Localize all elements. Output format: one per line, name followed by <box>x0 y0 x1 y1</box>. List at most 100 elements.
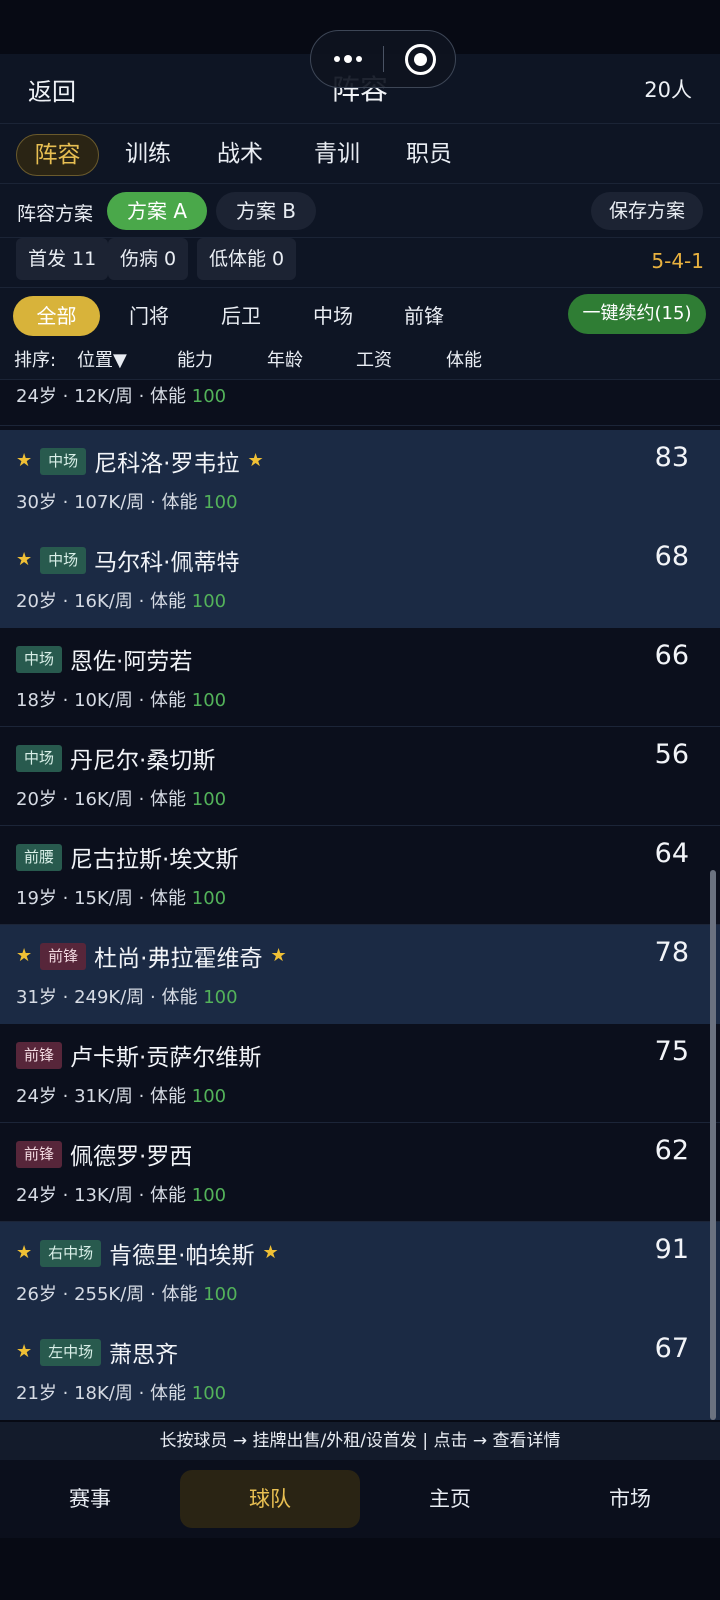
player-name: 尼科洛·罗韦拉 <box>94 451 240 477</box>
player-rating: 75 <box>654 1036 689 1067</box>
renew-all-button[interactable]: 一键续约(15) <box>568 294 706 334</box>
tab-lineup[interactable]: 阵容 <box>16 134 99 176</box>
sort-age[interactable]: 年龄 <box>267 346 303 372</box>
player-info: 24岁 · 12K/周 · 体能 100 <box>16 382 226 408</box>
player-name-line: 中场 丹尼尔·桑切斯 <box>16 743 215 774</box>
player-row[interactable]: 前锋 卢卡斯·贡萨尔维斯 75 24岁 · 31K/周 · 体能 100 <box>0 1024 720 1123</box>
player-row[interactable]: ★ 中场 马尔科·佩蒂特 68 20岁 · 16K/周 · 体能 100 <box>0 529 720 628</box>
player-list[interactable]: 24岁 · 12K/周 · 体能 100 ★ 中场 尼科洛·罗韦拉 ★ 83 30岁 · 1… <box>0 380 720 1420</box>
player-rating: 83 <box>654 442 689 473</box>
position-badge: 前腰 <box>16 843 63 871</box>
info-separator: · <box>132 789 151 810</box>
player-row[interactable]: 前腰 尼古拉斯·埃文斯 64 19岁 · 15K/周 · 体能 100 <box>0 826 720 925</box>
list-scrollbar[interactable] <box>710 870 716 1420</box>
player-name: 肯德里·帕埃斯 <box>109 1243 255 1269</box>
player-stamina: 100 <box>191 690 227 711</box>
nav-matches[interactable]: 赛事 <box>0 1470 180 1528</box>
info-separator: · <box>132 591 151 612</box>
player-info: 20岁 · 16K/周 · 体能 100 <box>16 785 226 811</box>
player-row[interactable]: ★ 中场 尼科洛·罗韦拉 ★ 83 30岁 · 107K/周 · 体能 100 <box>0 430 720 529</box>
filter-defender[interactable]: 后卫 <box>202 296 280 336</box>
sort-wage[interactable]: 工资 <box>356 346 392 372</box>
player-age: 20岁 <box>16 591 57 612</box>
star-icon: ★ <box>262 1242 279 1263</box>
info-separator: · <box>132 1185 151 1206</box>
nav-market[interactable]: 市场 <box>540 1470 720 1528</box>
player-rating: 68 <box>654 541 689 572</box>
stamina-label: 体能 <box>150 386 187 407</box>
player-wage: 13K/周 <box>74 1185 133 1206</box>
player-name: 佩德罗·罗西 <box>70 1144 193 1170</box>
player-wage: 10K/周 <box>74 690 133 711</box>
position-filter-row: 全部 门将 后卫 中场 前锋 一键续约(15) <box>0 288 720 344</box>
player-stamina: 100 <box>203 492 238 513</box>
target-close-icon[interactable] <box>384 31 457 87</box>
hint-bar: 长按球员 → 挂牌出售/外租/设首发 | 点击 → 查看详情 <box>0 1422 720 1460</box>
filter-midfielder[interactable]: 中场 <box>294 296 372 336</box>
player-wage: 249K/周 <box>74 987 145 1008</box>
sort-stamina[interactable]: 体能 <box>446 346 482 372</box>
star-icon: ★ <box>16 549 33 570</box>
player-rating: 91 <box>654 1234 689 1265</box>
player-wage: 255K/周 <box>74 1284 145 1305</box>
info-separator: · <box>56 591 75 612</box>
scheme-a-button[interactable]: 方案 A <box>107 192 207 230</box>
player-info: 31岁 · 249K/周 · 体能 100 <box>16 983 238 1009</box>
info-separator: · <box>56 1383 75 1404</box>
info-separator: · <box>132 386 151 407</box>
tab-tactics[interactable]: 战术 <box>201 134 279 176</box>
player-stamina: 100 <box>191 591 227 612</box>
tab-staff[interactable]: 职员 <box>390 134 468 176</box>
nav-team[interactable]: 球队 <box>180 1470 360 1528</box>
position-badge: 右中场 <box>40 1239 102 1267</box>
nav-home[interactable]: 主页 <box>360 1470 540 1528</box>
info-separator: · <box>56 1086 75 1107</box>
info-separator: · <box>56 386 75 407</box>
player-wage: 15K/周 <box>74 888 133 909</box>
filter-forward[interactable]: 前锋 <box>385 296 463 336</box>
info-separator: · <box>56 987 75 1008</box>
stamina-label: 体能 <box>150 888 187 909</box>
info-separator: · <box>132 690 151 711</box>
tab-bar: 阵容 训练 战术 青训 职员 <box>0 124 720 184</box>
stamina-label: 体能 <box>161 492 198 513</box>
save-scheme-button[interactable]: 保存方案 <box>591 192 703 230</box>
stamina-label: 体能 <box>150 1185 187 1206</box>
player-row[interactable]: ★ 左中场 萧思齐 67 21岁 · 18K/周 · 体能 100 <box>0 1321 720 1420</box>
player-row[interactable]: 中场 恩佐·阿劳若 66 18岁 · 10K/周 · 体能 100 <box>0 628 720 727</box>
info-separator: · <box>56 1284 75 1305</box>
sort-row: 排序: 位置▼ 能力 年龄 工资 体能 <box>0 344 720 380</box>
scheme-b-button[interactable]: 方案 B <box>216 192 316 230</box>
position-badge: 中场 <box>40 447 87 475</box>
player-row[interactable]: 前锋 佩德罗·罗西 62 24岁 · 13K/周 · 体能 100 <box>0 1123 720 1222</box>
stamina-label: 体能 <box>150 789 187 810</box>
filter-all[interactable]: 全部 <box>13 296 100 336</box>
player-age: 31岁 <box>16 987 57 1008</box>
filter-goalkeeper[interactable]: 门将 <box>110 296 188 336</box>
player-row[interactable]: 中场 丹尼尔·桑切斯 56 20岁 · 16K/周 · 体能 100 <box>0 727 720 826</box>
formation-label[interactable]: 5-4-1 <box>651 249 704 273</box>
player-name: 杜尚·弗拉霍维奇 <box>94 946 263 972</box>
player-stamina: 100 <box>191 1383 227 1404</box>
more-dots-icon[interactable] <box>311 31 384 87</box>
player-info: 19岁 · 15K/周 · 体能 100 <box>16 884 226 910</box>
sort-position[interactable]: 位置▼ <box>77 346 127 372</box>
tab-training[interactable]: 训练 <box>109 134 187 176</box>
player-info: 21岁 · 18K/周 · 体能 100 <box>16 1379 226 1405</box>
position-badge: 左中场 <box>40 1338 102 1366</box>
tab-youth[interactable]: 青训 <box>298 134 376 176</box>
player-name-line: 前锋 卢卡斯·贡萨尔维斯 <box>16 1040 261 1071</box>
star-icon: ★ <box>16 450 33 471</box>
low-stamina-count: 低体能 0 <box>197 238 297 280</box>
stamina-label: 体能 <box>150 1383 187 1404</box>
info-separator: · <box>56 888 75 909</box>
player-name-line: 前腰 尼古拉斯·埃文斯 <box>16 842 238 873</box>
player-row[interactable]: 24岁 · 12K/周 · 体能 100 <box>0 380 720 426</box>
player-age: 24岁 <box>16 1185 57 1206</box>
player-stamina: 100 <box>191 888 227 909</box>
stamina-label: 体能 <box>150 591 187 612</box>
player-age: 26岁 <box>16 1284 57 1305</box>
player-row[interactable]: ★ 右中场 肯德里·帕埃斯 ★ 91 26岁 · 255K/周 · 体能 100 <box>0 1222 720 1321</box>
sort-ability[interactable]: 能力 <box>177 346 213 372</box>
player-row[interactable]: ★ 前锋 杜尚·弗拉霍维奇 ★ 78 31岁 · 249K/周 · 体能 100 <box>0 925 720 1024</box>
